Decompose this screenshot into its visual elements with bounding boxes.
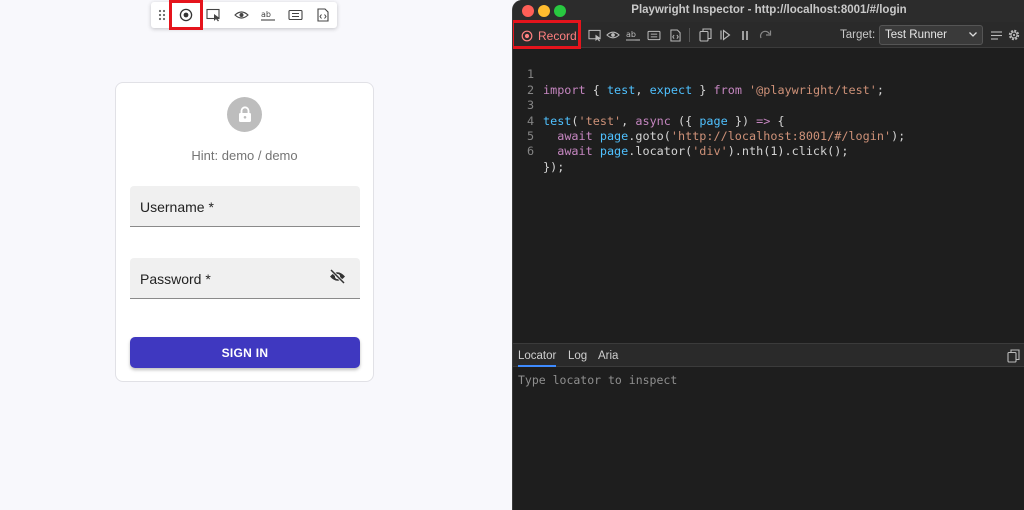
code-line: 1 import { test, expect } from '@playwri…	[513, 52, 1024, 96]
target-label: Target:	[840, 29, 876, 41]
svg-text:ab: ab	[261, 10, 271, 19]
assert-visibility-icon[interactable]	[230, 2, 252, 28]
window-titlebar: Playwright Inspector - http://localhost:…	[513, 0, 1024, 22]
inspector-toolbar: Record ab Target: Test Runner	[513, 20, 1024, 49]
code-editor[interactable]: 1 import { test, expect } from '@playwri…	[513, 48, 1024, 341]
assert-snapshot-icon[interactable]	[666, 26, 684, 44]
tab-locator[interactable]: Locator	[518, 350, 557, 367]
assert-text-icon[interactable]: ab	[257, 2, 279, 28]
code-line-text: await page.locator('div').nth(1).click()…	[557, 144, 849, 159]
copy-icon[interactable]	[696, 26, 714, 44]
gear-icon[interactable]	[1005, 26, 1023, 44]
chevron-down-icon	[969, 32, 977, 37]
code-line: 6 });	[513, 129, 1024, 173]
step-over-icon[interactable]	[756, 26, 774, 44]
sign-in-button[interactable]: SIGN IN	[130, 337, 360, 368]
wrap-lines-icon[interactable]	[987, 26, 1005, 44]
visibility-off-icon[interactable]	[329, 269, 346, 284]
copy-icon[interactable]	[1007, 349, 1020, 363]
playwright-page-toolbar: ab	[151, 0, 337, 30]
window-title: Playwright Inspector - http://localhost:…	[631, 4, 907, 16]
login-hint: Hint: demo / demo	[191, 148, 298, 163]
tab-log[interactable]: Log	[568, 350, 587, 362]
inspector-bottom-tabs: Locator Log Aria	[513, 343, 1024, 367]
playwright-inspector-window: Playwright Inspector - http://localhost:…	[512, 0, 1024, 510]
code-line: 4 await page.goto('http://localhost:8001…	[513, 98, 1024, 143]
browser-page: ab Hint: demo / demo Username * Password…	[0, 0, 512, 510]
assert-value-icon[interactable]	[645, 26, 663, 44]
locator-panel: Type locator to inspect	[513, 368, 1024, 510]
code-line: 3 test('test', async ({ page }) => {	[513, 83, 1024, 127]
target-select-value: Test Runner	[885, 29, 948, 41]
lock-avatar	[227, 97, 262, 132]
pick-locator-icon[interactable]	[586, 26, 604, 44]
target-select[interactable]: Test Runner	[879, 25, 983, 45]
svg-text:ab: ab	[626, 30, 636, 39]
lock-icon	[238, 106, 251, 122]
locator-input[interactable]: Type locator to inspect	[518, 373, 677, 387]
assert-visibility-icon[interactable]	[604, 26, 622, 44]
username-label: Username *	[140, 199, 214, 215]
password-label: Password *	[140, 271, 211, 287]
code-line: 5 await page.locator('div').nth(1).click…	[513, 114, 1024, 158]
code-line-text: });	[543, 159, 565, 174]
pause-icon[interactable]	[736, 26, 754, 44]
password-field[interactable]: Password *	[130, 258, 360, 299]
toolbar-divider	[689, 28, 690, 42]
record-highlight-box	[169, 0, 203, 30]
tab-aria[interactable]: Aria	[598, 350, 618, 362]
line-number: 6	[527, 144, 535, 159]
assert-text-icon[interactable]: ab	[624, 26, 642, 44]
pick-locator-icon[interactable]	[202, 2, 224, 28]
login-card: Hint: demo / demo Username * Password * …	[115, 82, 374, 382]
username-field[interactable]: Username *	[130, 186, 360, 227]
assert-value-icon[interactable]	[284, 2, 306, 28]
assert-snapshot-icon[interactable]	[312, 2, 334, 28]
record-highlight-box	[513, 20, 581, 49]
code-line: 2	[513, 67, 1024, 97]
resume-icon[interactable]	[716, 26, 734, 44]
